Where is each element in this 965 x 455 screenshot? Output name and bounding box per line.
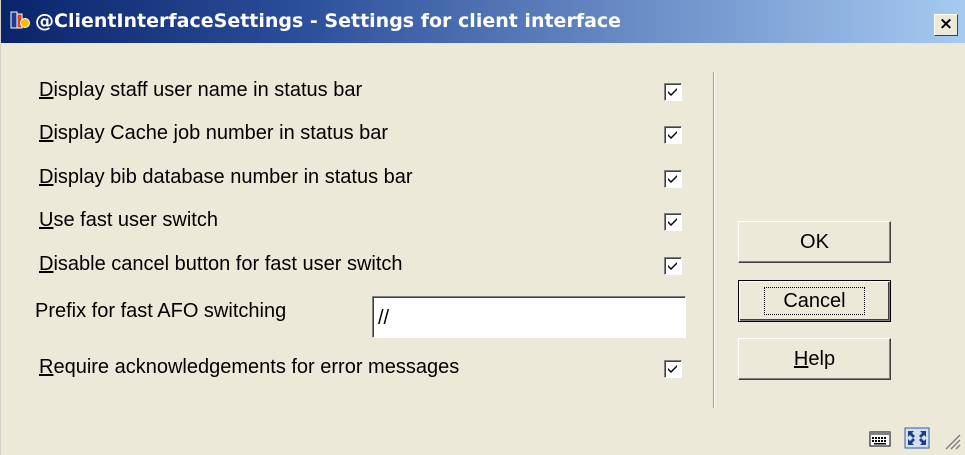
vertical-divider	[713, 72, 715, 408]
settings-dialog: @ClientInterfaceSettings - Settings for …	[0, 0, 965, 455]
option-label-disable-cancel: Disable cancel button for fast user swit…	[39, 253, 403, 275]
check-icon	[668, 175, 677, 183]
checkbox-disable-cancel[interactable]	[664, 257, 682, 275]
checkbox-require-ack[interactable]	[664, 360, 682, 378]
check-icon	[668, 131, 677, 139]
check-icon	[668, 262, 677, 270]
close-button[interactable]: ×	[934, 14, 958, 36]
option-label-bib-database: Display bib database number in status ba…	[39, 166, 413, 188]
resize-grip-icon[interactable]	[943, 432, 961, 450]
check-icon	[668, 218, 677, 226]
checkbox-staff-username[interactable]	[664, 83, 682, 101]
title-bar[interactable]: @ClientInterfaceSettings - Settings for …	[1, 0, 965, 43]
help-button[interactable]: Help	[738, 338, 891, 380]
app-icon	[10, 11, 30, 29]
prefix-label: Prefix for fast AFO switching	[35, 300, 287, 322]
check-icon	[668, 365, 677, 373]
prefix-input[interactable]: //	[372, 296, 686, 338]
keyboard-icon[interactable]	[869, 428, 891, 448]
option-label-fast-user-switch: Use fast user switch	[39, 209, 218, 231]
option-label-staff-username: Display staff user name in status bar	[39, 79, 363, 101]
option-label-require-ack: Require acknowledgements for error messa…	[39, 356, 460, 378]
ok-button[interactable]: OK	[738, 221, 891, 263]
checkbox-fast-user-switch[interactable]	[664, 213, 682, 231]
option-label-cache-job: Display Cache job number in status bar	[39, 122, 389, 144]
expand-icon[interactable]	[904, 427, 930, 449]
checkbox-cache-job[interactable]	[664, 126, 682, 144]
cancel-button[interactable]: Cancel	[738, 280, 891, 322]
checkbox-bib-database[interactable]	[664, 170, 682, 188]
check-icon	[668, 88, 677, 96]
close-icon: ×	[938, 14, 954, 34]
window-title: @ClientInterfaceSettings - Settings for …	[35, 10, 622, 32]
